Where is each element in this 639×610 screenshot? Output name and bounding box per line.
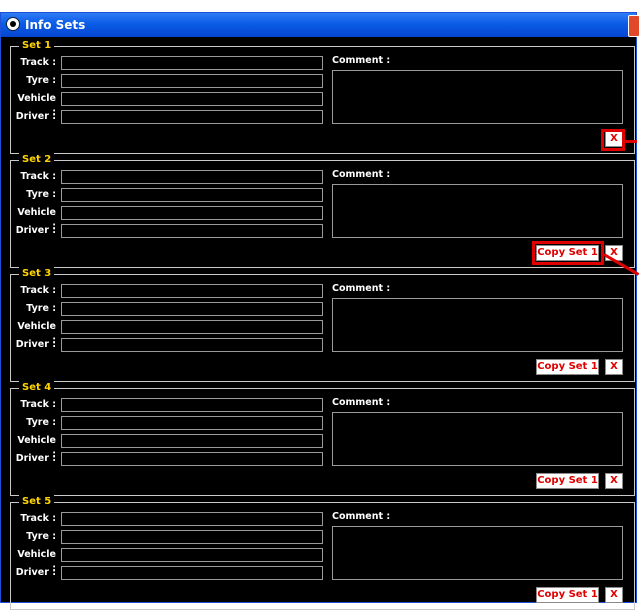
set-4-group: Set 4 Track : Tyre : Vehicle : Driver : …: [10, 381, 635, 496]
tyre-input[interactable]: [61, 74, 323, 88]
window-title: Info Sets: [25, 18, 86, 32]
track-label: Track :: [20, 285, 56, 296]
comment-textarea[interactable]: [332, 526, 623, 580]
vehicle-input[interactable]: [61, 92, 323, 106]
tyre-label: Tyre :: [26, 75, 56, 86]
driver-input[interactable]: [61, 224, 323, 238]
annotation-arrow: [625, 140, 637, 143]
comment-label: Comment :: [332, 283, 391, 294]
driver-label: Driver :: [15, 567, 56, 578]
tyre-label: Tyre :: [26, 531, 56, 542]
title-bar[interactable]: Info Sets: [1, 13, 639, 37]
set-3-group: Set 3 Track : Tyre : Vehicle : Driver : …: [10, 267, 635, 382]
driver-input[interactable]: [61, 566, 323, 580]
highlight-remove-set-1: [601, 129, 625, 151]
comment-label: Comment :: [332, 55, 391, 66]
tyre-label: Tyre :: [26, 417, 56, 428]
driver-input[interactable]: [61, 452, 323, 466]
comment-textarea[interactable]: [332, 184, 623, 238]
track-label: Track :: [20, 57, 56, 68]
comment-textarea[interactable]: [332, 298, 623, 352]
info-sets-window: Info Sets Set 1 Track : Tyre : Vehicle :…: [0, 12, 639, 610]
track-input[interactable]: [61, 170, 323, 184]
tyre-input[interactable]: [61, 530, 323, 544]
tyre-input[interactable]: [61, 416, 323, 430]
driver-label: Driver :: [15, 111, 56, 122]
copy-set-1-button[interactable]: Copy Set 1: [536, 473, 599, 489]
comment-textarea[interactable]: [332, 70, 623, 124]
driver-label: Driver :: [15, 453, 56, 464]
comment-label: Comment :: [332, 397, 391, 408]
remove-set-button[interactable]: X: [605, 587, 623, 603]
track-input[interactable]: [61, 284, 323, 298]
driver-label: Driver :: [15, 225, 56, 236]
driver-input[interactable]: [61, 338, 323, 352]
tyre-input[interactable]: [61, 302, 323, 316]
vehicle-input[interactable]: [61, 548, 323, 562]
track-label: Track :: [20, 513, 56, 524]
comment-textarea[interactable]: [332, 412, 623, 466]
set-1-group: Set 1 Track : Tyre : Vehicle : Driver : …: [10, 39, 635, 154]
close-window-button[interactable]: [628, 15, 639, 37]
track-input[interactable]: [61, 512, 323, 526]
comment-label: Comment :: [332, 511, 391, 522]
set-legend: Set 1: [19, 39, 55, 53]
vehicle-input[interactable]: [61, 434, 323, 448]
driver-input[interactable]: [61, 110, 323, 124]
set-legend: Set 3: [19, 267, 55, 281]
driver-label: Driver :: [15, 339, 56, 350]
track-input[interactable]: [61, 398, 323, 412]
track-label: Track :: [20, 399, 56, 410]
copy-set-1-button[interactable]: Copy Set 1: [536, 359, 599, 375]
tyre-label: Tyre :: [26, 303, 56, 314]
copy-set-1-button[interactable]: Copy Set 1: [536, 587, 599, 603]
tyre-input[interactable]: [61, 188, 323, 202]
set-5-group: Set 5 Track : Tyre : Vehicle : Driver : …: [10, 495, 635, 610]
track-label: Track :: [20, 171, 56, 182]
vehicle-input[interactable]: [61, 320, 323, 334]
comment-label: Comment :: [332, 169, 391, 180]
track-input[interactable]: [61, 56, 323, 70]
remove-set-button[interactable]: X: [605, 359, 623, 375]
set-legend: Set 2: [19, 153, 55, 167]
app-icon: [6, 17, 20, 31]
tyre-label: Tyre :: [26, 189, 56, 200]
remove-set-button[interactable]: X: [605, 473, 623, 489]
set-legend: Set 5: [19, 495, 55, 509]
set-legend: Set 4: [19, 381, 55, 395]
highlight-copy-set-2: [532, 241, 604, 265]
vehicle-input[interactable]: [61, 206, 323, 220]
